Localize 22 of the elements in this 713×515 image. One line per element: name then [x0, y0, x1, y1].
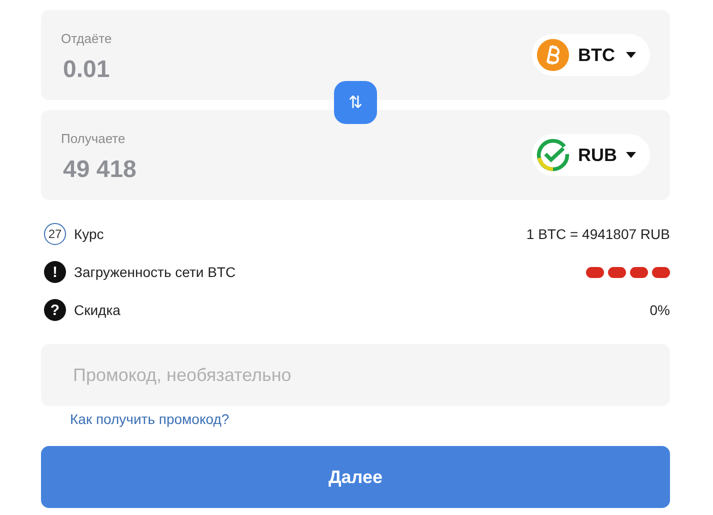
timer-icon: 27 — [44, 223, 66, 245]
caret-icon — [626, 52, 636, 58]
info-value: 1 BTC = 4941807 RUB — [526, 226, 670, 242]
amount-label: Отдаёте — [61, 30, 112, 46]
promo-link[interactable]: Как получить промокод? — [70, 411, 230, 427]
bitcoin-icon — [536, 38, 570, 72]
info-label: Загруженность сети BTC — [74, 264, 236, 280]
promo-field[interactable]: Промокод, необязательно — [41, 344, 670, 406]
currency-select[interactable]: BTC — [532, 34, 650, 76]
amount-label: Получаете — [61, 130, 126, 146]
warning-icon: ! — [44, 261, 66, 283]
check-circle-icon — [536, 138, 570, 172]
info-value: 0% — [650, 302, 670, 318]
info-label: Скидка — [74, 302, 120, 318]
info-label: Курс — [74, 226, 104, 242]
amount-value[interactable]: 49 418 — [61, 156, 136, 184]
caret-icon — [626, 152, 636, 158]
amount-value[interactable]: 0.01 — [61, 56, 112, 84]
help-icon: ? — [44, 299, 66, 321]
currency-select[interactable]: RUB — [532, 134, 650, 176]
swap-button[interactable]: ⇅ — [334, 81, 377, 124]
next-button[interactable]: Далее — [41, 446, 670, 508]
